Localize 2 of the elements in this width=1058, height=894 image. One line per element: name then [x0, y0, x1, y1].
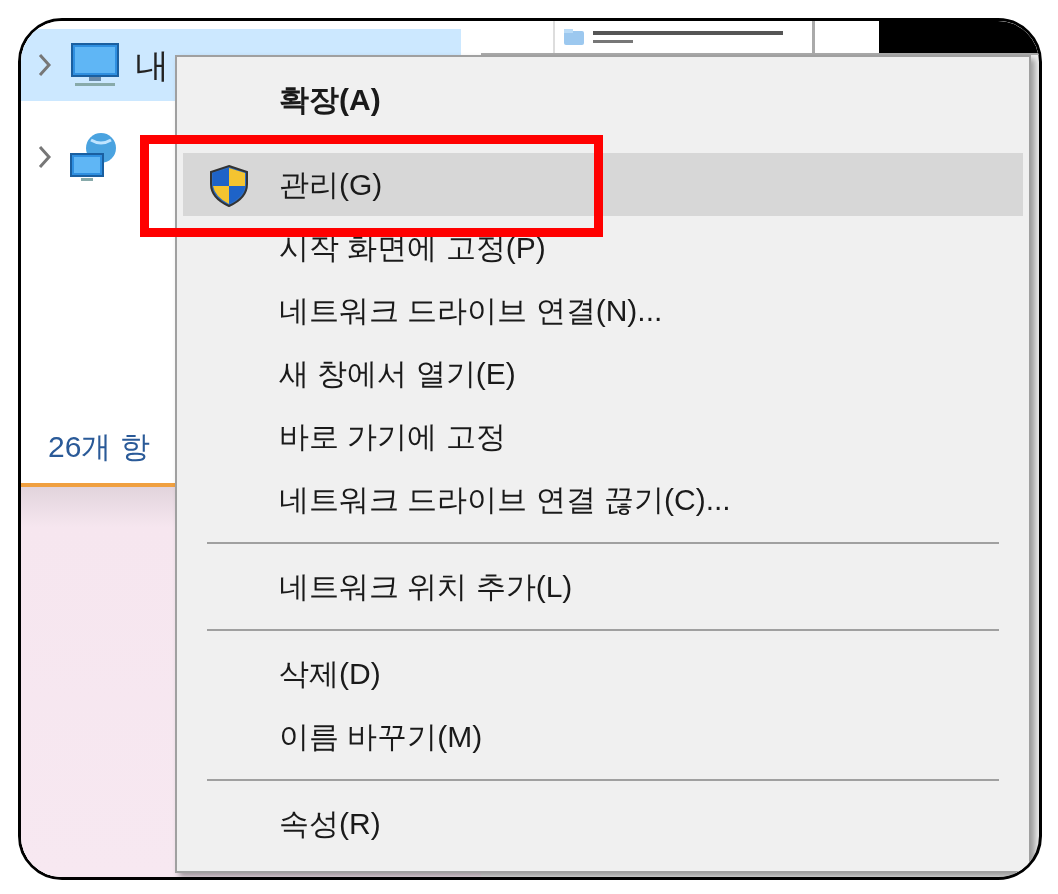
item-count: 26개 항 [48, 429, 150, 465]
tree-item-label: 내 [135, 44, 169, 86]
